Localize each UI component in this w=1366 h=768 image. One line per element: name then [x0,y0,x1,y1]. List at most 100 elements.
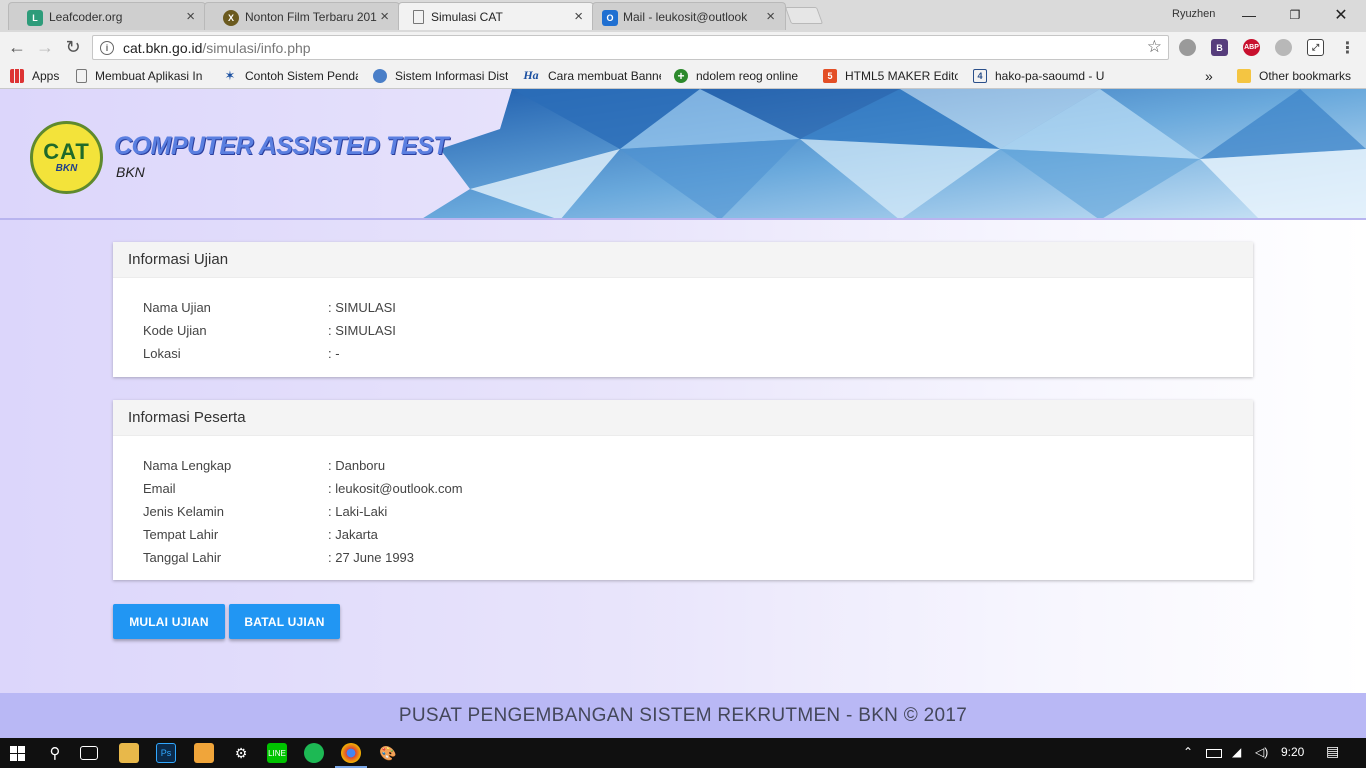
bookmark-label: Other bookmarks [1259,68,1352,83]
notifications-icon[interactable]: ▤ [1326,743,1339,760]
line-icon[interactable]: LINE [267,743,287,763]
menu-icon[interactable]: ⋮ [1339,39,1356,57]
bookmark-item[interactable]: Sistem Informasi Dist [373,67,508,84]
settings-gear-icon[interactable]: ⚙ [231,743,251,763]
row-value: : leukosit@outlook.com [328,481,463,496]
tab-label: Simulasi CAT [431,9,503,24]
exam-location-row: Lokasi : - [143,342,1223,365]
tray-chevron-icon[interactable]: ⌃ [1183,745,1193,759]
tab-simulasi-cat[interactable]: Simulasi CAT × [398,2,594,30]
volume-icon[interactable]: ◁) [1255,745,1268,759]
row-label: Kode Ujian [143,323,207,338]
bookmark-label: Apps [32,68,60,83]
bookmark-item[interactable]: ✶ Contoh Sistem Penda [223,67,358,84]
star-icon: ✶ [224,67,236,83]
chrome-icon[interactable] [335,743,367,768]
logo-text: CAT [43,139,90,164]
folder-icon [1237,68,1251,83]
bookmark-label: hako-pa-saoumd - U [995,68,1105,83]
tab-label: Leafcoder.org [49,9,123,24]
html5-icon: 5 [823,68,837,83]
row-value: : SIMULASI [328,323,396,338]
extension-cube-icon[interactable] [1179,39,1196,56]
new-tab-button[interactable] [784,7,824,24]
browser-tab-bar: L Leafcoder.org × X Nonton Film Terbaru … [0,0,1366,32]
adblock-icon[interactable]: ABP [1243,39,1260,56]
url-host: cat.bkn.go.id [123,39,203,56]
browser-toolbar: ← → ↻ i cat.bkn.go.id/simulasi/info.php … [0,32,1366,62]
start-exam-button[interactable]: MULAI UJIAN [113,604,225,639]
bookmark-item[interactable]: Ha Cara membuat Banne [522,67,661,84]
search-icon[interactable]: ⚲ [45,743,65,763]
address-bar[interactable]: i cat.bkn.go.id/simulasi/info.php ☆ [92,35,1169,60]
bookmark-item[interactable]: Membuat Aplikasi In [76,67,208,84]
site-title: COMPUTER ASSISTED TEST [114,132,448,160]
row-label: Email [143,481,176,496]
row-value: : Danboru [328,458,386,473]
row-label: Tempat Lahir [143,527,219,542]
tab-leafcoder[interactable]: L Leafcoder.org × [8,2,206,30]
page-icon [413,10,424,24]
exam-info-heading: Informasi Ujian [113,242,1253,278]
logo-subtext: BKN [55,163,78,174]
row-value: : Laki-Laki [328,504,388,519]
bookmark-star-icon[interactable]: ☆ [1147,37,1162,57]
cat-bkn-logo: CAT BKN [30,121,103,194]
exam-name-row: Nama Ujian : SIMULASI [143,296,1223,319]
bookmark-label: ndolem reog online [696,68,799,83]
photoshop-icon[interactable]: Ps [156,743,176,763]
row-value: : Jakarta [328,527,378,542]
paint-icon[interactable]: 🎨 [378,743,398,763]
page-icon [76,68,87,83]
email-row: Email : leukosit@outlook.com [143,477,1223,500]
clock[interactable]: 9:20 [1281,745,1304,759]
bookmark-label: Cara membuat Banne [548,68,661,83]
file-explorer-icon[interactable] [119,743,139,763]
more-bookmarks-button[interactable]: » [1205,67,1213,84]
globe-icon[interactable] [1275,39,1292,56]
page-content: CAT BKN COMPUTER ASSISTED TEST BKN Infor… [0,89,1366,738]
globe-icon [373,68,387,83]
minimize-icon[interactable]: — [1226,3,1272,27]
tab-outlook-mail[interactable]: O Mail - leukosit@outlook × [592,2,786,30]
close-icon[interactable]: × [186,8,195,25]
bookmark-label: Sistem Informasi Dist [395,68,508,83]
battery-icon[interactable] [1206,749,1222,758]
profile-name[interactable]: Ryuzhen [1172,8,1215,20]
exam-info-card: Informasi Ujian Nama Ujian : SIMULASI Ko… [113,242,1253,377]
cancel-exam-button[interactable]: BATAL UJIAN [229,604,340,639]
back-arrow-icon[interactable]: ← [6,36,28,58]
restore-icon[interactable]: ❐ [1272,3,1318,27]
spotify-icon[interactable] [304,743,324,763]
full-name-row: Nama Lengkap : Danboru [143,454,1223,477]
gender-row: Jenis Kelamin : Laki-Laki [143,500,1223,523]
screenshot-icon[interactable]: ⤢ [1307,39,1324,56]
other-bookmarks[interactable]: Other bookmarks [1237,67,1351,84]
bootstrap-icon[interactable]: B [1211,39,1228,56]
row-label: Tanggal Lahir [143,550,222,565]
bookmark-item[interactable]: 4 hako-pa-saoumd - U [973,67,1108,84]
close-window-icon[interactable]: ✕ [1318,3,1364,27]
windows-taskbar: ⚲ Ps ⚙ LINE 🎨 ⌃ ◢ ◁) 9:20 ▤ [0,738,1366,768]
bookmark-item[interactable]: 5 HTML5 MAKER Edito [823,67,958,84]
url-text[interactable]: cat.bkn.go.id/simulasi/info.php [123,40,311,56]
wifi-icon[interactable]: ◢ [1232,745,1241,759]
task-view-icon[interactable] [80,746,98,760]
info-icon[interactable]: i [100,40,114,55]
row-value: : - [328,346,340,361]
row-value: : SIMULASI [328,300,396,315]
close-icon[interactable]: × [380,8,389,25]
reload-icon[interactable]: ↻ [62,36,84,58]
site-header: CAT BKN COMPUTER ASSISTED TEST BKN [0,89,1366,220]
windows-start-icon[interactable] [10,746,25,761]
bookmark-label: Contoh Sistem Penda [245,68,358,83]
close-icon[interactable]: × [766,8,775,25]
close-icon[interactable]: × [574,8,583,25]
film-icon: X [223,10,239,26]
tab-nonton-film[interactable]: X Nonton Film Terbaru 201 × [204,2,400,30]
forward-arrow-icon[interactable]: → [34,36,56,58]
outlook-icon: O [602,10,618,26]
bookmark-item[interactable]: + ndolem reog online [674,67,806,84]
bookmark-apps[interactable]: Apps [10,67,59,84]
app-icon[interactable] [194,743,214,763]
